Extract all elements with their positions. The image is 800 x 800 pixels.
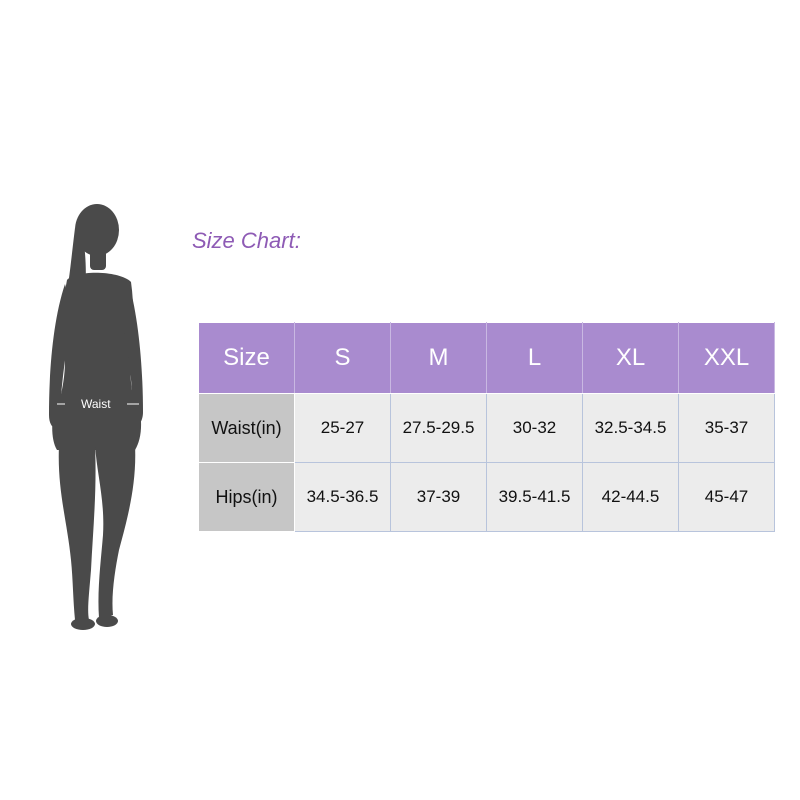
size-table: Size S M L XL XXL Waist(in) 25-27 27.5-2… bbox=[198, 322, 775, 532]
table-cell: 32.5-34.5 bbox=[582, 393, 679, 463]
table-cell: 27.5-29.5 bbox=[390, 393, 487, 463]
waist-label: Waist bbox=[81, 397, 111, 411]
woman-silhouette-figure bbox=[49, 204, 143, 630]
column-header: L bbox=[486, 322, 583, 394]
column-header: M bbox=[390, 322, 487, 394]
size-chart-canvas: Waist Size Chart: Size S M L XL XXL Wais… bbox=[0, 0, 800, 800]
column-header: S bbox=[294, 322, 391, 394]
table-cell: 45-47 bbox=[678, 462, 775, 532]
table-row: Hips(in) 34.5-36.5 37-39 39.5-41.5 42-44… bbox=[198, 462, 775, 532]
column-header: XXL bbox=[678, 322, 775, 394]
table-cell: 42-44.5 bbox=[582, 462, 679, 532]
column-header: Size bbox=[198, 322, 295, 394]
table-header-row: Size S M L XL XXL bbox=[198, 322, 775, 394]
table-cell: 39.5-41.5 bbox=[486, 462, 583, 532]
row-header: Hips(in) bbox=[198, 462, 295, 532]
page-title: Size Chart: bbox=[192, 228, 301, 253]
table-cell: 35-37 bbox=[678, 393, 775, 463]
table-cell: 25-27 bbox=[294, 393, 391, 463]
table-cell: 34.5-36.5 bbox=[294, 462, 391, 532]
table-cell: 37-39 bbox=[390, 462, 487, 532]
column-header: XL bbox=[582, 322, 679, 394]
row-header: Waist(in) bbox=[198, 393, 295, 463]
table-cell: 30-32 bbox=[486, 393, 583, 463]
table-row: Waist(in) 25-27 27.5-29.5 30-32 32.5-34.… bbox=[198, 393, 775, 463]
